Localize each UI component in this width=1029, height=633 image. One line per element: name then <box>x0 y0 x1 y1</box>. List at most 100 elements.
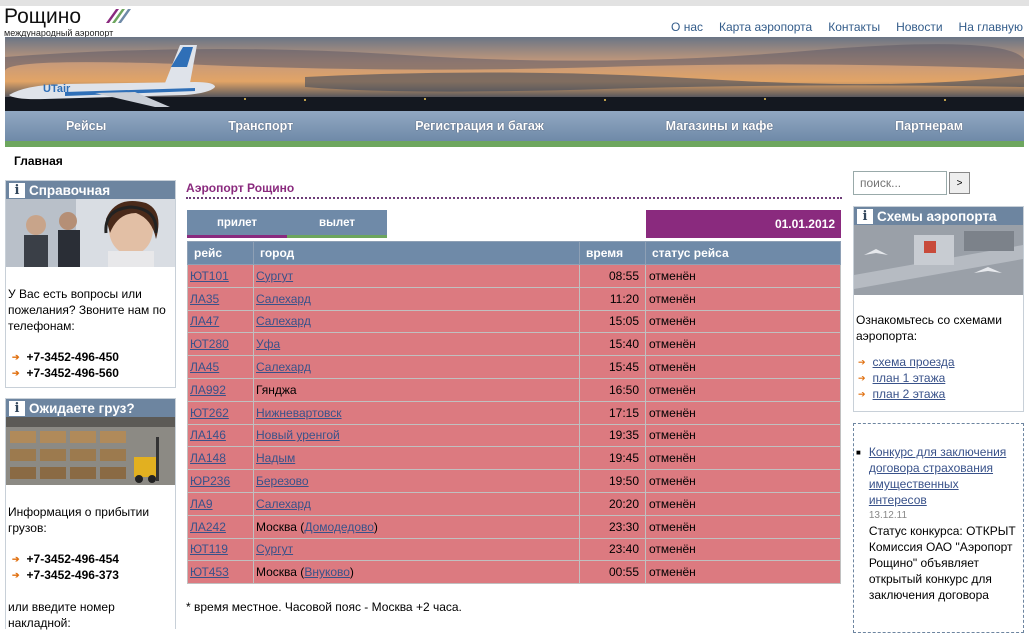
city-cell: Надым <box>253 446 580 471</box>
top-link-about[interactable]: О нас <box>671 20 703 34</box>
flight-number-link[interactable]: ЛА992 <box>187 377 254 402</box>
city-link[interactable]: Сургут <box>256 269 293 283</box>
flight-number-link[interactable]: ЮТ280 <box>187 332 254 357</box>
top-link-home[interactable]: На главную <box>959 20 1023 34</box>
info-icon: i <box>9 182 25 198</box>
flight-number-link[interactable]: ЮТ101 <box>187 264 254 288</box>
flights-table-body: ЮТ101 Сургут 08:55 отменён ЛА35 Салехард 11:20… <box>187 264 841 585</box>
city-link[interactable]: Салехард <box>256 292 311 306</box>
arrow-icon: ➔ <box>12 554 20 564</box>
page-title: Аэропорт Рощино <box>186 181 842 199</box>
help-phone-2: ➔ +7-3452-496-560 <box>12 366 119 380</box>
city-name: Москва <box>256 565 297 580</box>
nav-partners[interactable]: Партнерам <box>895 119 963 133</box>
schemes-box: i Схемы аэропорта Ознакомьтесь со схемам… <box>853 206 1024 412</box>
logo-name: Рощино <box>4 5 82 28</box>
airport-aerial-image <box>854 225 1023 295</box>
city-name: Москва <box>256 519 297 534</box>
city-link[interactable]: Салехард <box>256 314 311 328</box>
tab-arrivals[interactable]: прилет <box>187 210 287 238</box>
link-directions[interactable]: схема проезда <box>873 354 955 370</box>
status-cell: отменён <box>645 537 841 562</box>
flight-number-link[interactable]: ЛА9 <box>187 491 254 516</box>
top-nav: О нас Карта аэропорта Контакты Новости Н… <box>671 20 1023 34</box>
table-row: ЮТ119 Сургут 23:40 отменён <box>187 537 841 562</box>
city-link[interactable]: Уфа <box>256 337 280 351</box>
status-cell: отменён <box>645 332 841 357</box>
table-row: ЮТ280 Уфа 15:40 отменён <box>187 332 841 357</box>
city-link[interactable]: Нижневартовск <box>256 406 342 420</box>
link-floor-2[interactable]: план 2 этажа <box>873 386 946 402</box>
city-link[interactable]: Надым <box>256 451 295 465</box>
time-cell: 11:20 <box>579 286 646 311</box>
status-cell: отменён <box>645 286 841 311</box>
city-link[interactable]: Сургут <box>256 542 293 556</box>
schemes-box-header: i Схемы аэропорта <box>854 207 1023 225</box>
top-link-news[interactable]: Новости <box>896 20 942 34</box>
city-link[interactable]: Березово <box>256 474 309 488</box>
status-cell: отменён <box>645 309 841 334</box>
city-cell: Салехард <box>253 309 580 334</box>
link-floor-1[interactable]: план 1 этажа <box>873 370 946 386</box>
news-date: 13.12.11 <box>868 510 908 521</box>
city-link[interactable]: Салехард <box>256 360 311 374</box>
table-row: ЛА242 Москва (Домодедово) 23:30 отменён <box>187 514 841 539</box>
main-nav: Рейсы Транспорт Регистрация и багаж Мага… <box>5 111 1024 147</box>
table-row: ЛА148 Надым 19:45 отменён <box>187 446 841 471</box>
flight-number-link[interactable]: ЛА35 <box>187 286 254 311</box>
table-row: ЮТ101 Сургут 08:55 отменён <box>187 264 841 288</box>
city-link[interactable]: Салехард <box>256 497 311 511</box>
flight-number-link[interactable]: ЛА47 <box>187 309 254 334</box>
table-row: ЛА146 Новый уренгой 19:35 отменён <box>187 423 841 448</box>
city-link[interactable]: Новый уренгой <box>256 428 340 442</box>
status-cell: отменён <box>645 446 841 471</box>
flight-number-link[interactable]: ЮР236 <box>187 469 254 493</box>
arrow-icon: ➔ <box>12 368 20 378</box>
flight-number-link[interactable]: ЛА146 <box>187 423 254 448</box>
nav-checkin-baggage[interactable]: Регистрация и багаж <box>415 119 544 133</box>
city-cell: Сургут <box>253 264 580 288</box>
flight-number-link[interactable]: ЛА242 <box>187 514 254 539</box>
nav-transport[interactable]: Транспорт <box>228 119 293 133</box>
schemes-box-title: Схемы аэропорта <box>877 208 997 224</box>
top-link-contacts[interactable]: Контакты <box>828 20 880 34</box>
breadcrumb[interactable]: Главная <box>14 154 63 168</box>
cargo-warehouse-image <box>6 417 175 485</box>
tab-departures[interactable]: вылет <box>287 210 387 238</box>
flight-number-link[interactable]: ЛА45 <box>187 355 254 379</box>
city-cell: Салехард <box>253 286 580 311</box>
city-cell: Уфа <box>253 332 580 357</box>
flight-number-link[interactable]: ЮТ119 <box>187 537 254 562</box>
city-cell: Москва (Домодедово) <box>253 514 580 539</box>
cargo-phone-2: ➔ +7-3452-496-373 <box>12 568 119 582</box>
cargo-box-header: i Ожидаете груз? <box>6 399 175 417</box>
cargo-text: Информация о прибытии грузов: <box>8 505 150 535</box>
status-cell: отменён <box>645 491 841 516</box>
time-cell: 15:05 <box>579 309 646 334</box>
help-text: У Вас есть вопросы или пожелания? Звонит… <box>8 287 166 333</box>
city-cell: Березово <box>253 469 580 493</box>
time-cell: 16:50 <box>579 377 646 402</box>
flight-number-link[interactable]: ЮТ262 <box>187 400 254 425</box>
status-cell: отменён <box>645 514 841 539</box>
airport-link[interactable]: Внуково <box>304 565 350 579</box>
city-cell: Салехард <box>253 355 580 379</box>
help-box-title: Справочная <box>29 182 111 198</box>
table-row: ЮТ453 Москва (Внуково) 00:55 отменён <box>187 560 841 585</box>
city-cell: Новый уренгой <box>253 423 580 448</box>
help-phone-1: ➔ +7-3452-496-450 <box>12 350 119 364</box>
top-link-map[interactable]: Карта аэропорта <box>719 20 812 34</box>
search-button[interactable]: > <box>949 172 970 194</box>
time-cell: 19:45 <box>579 446 646 471</box>
table-row: ЛА9 Салехард 20:20 отменён <box>187 491 841 516</box>
news-title-link[interactable]: Конкурс для заключения договора страхова… <box>869 444 1019 508</box>
logo[interactable]: Рощино международный аэропорт <box>4 6 144 38</box>
search-input[interactable] <box>853 171 947 195</box>
help-box: i Справочная У Вас есть вопросы или поже… <box>5 180 176 388</box>
nav-flights[interactable]: Рейсы <box>66 119 106 133</box>
flight-number-link[interactable]: ЮТ453 <box>187 560 254 585</box>
status-cell: отменён <box>645 264 841 288</box>
airport-link[interactable]: Домодедово <box>304 520 374 534</box>
flight-number-link[interactable]: ЛА148 <box>187 446 254 471</box>
nav-shops-cafe[interactable]: Магазины и кафе <box>666 119 774 133</box>
